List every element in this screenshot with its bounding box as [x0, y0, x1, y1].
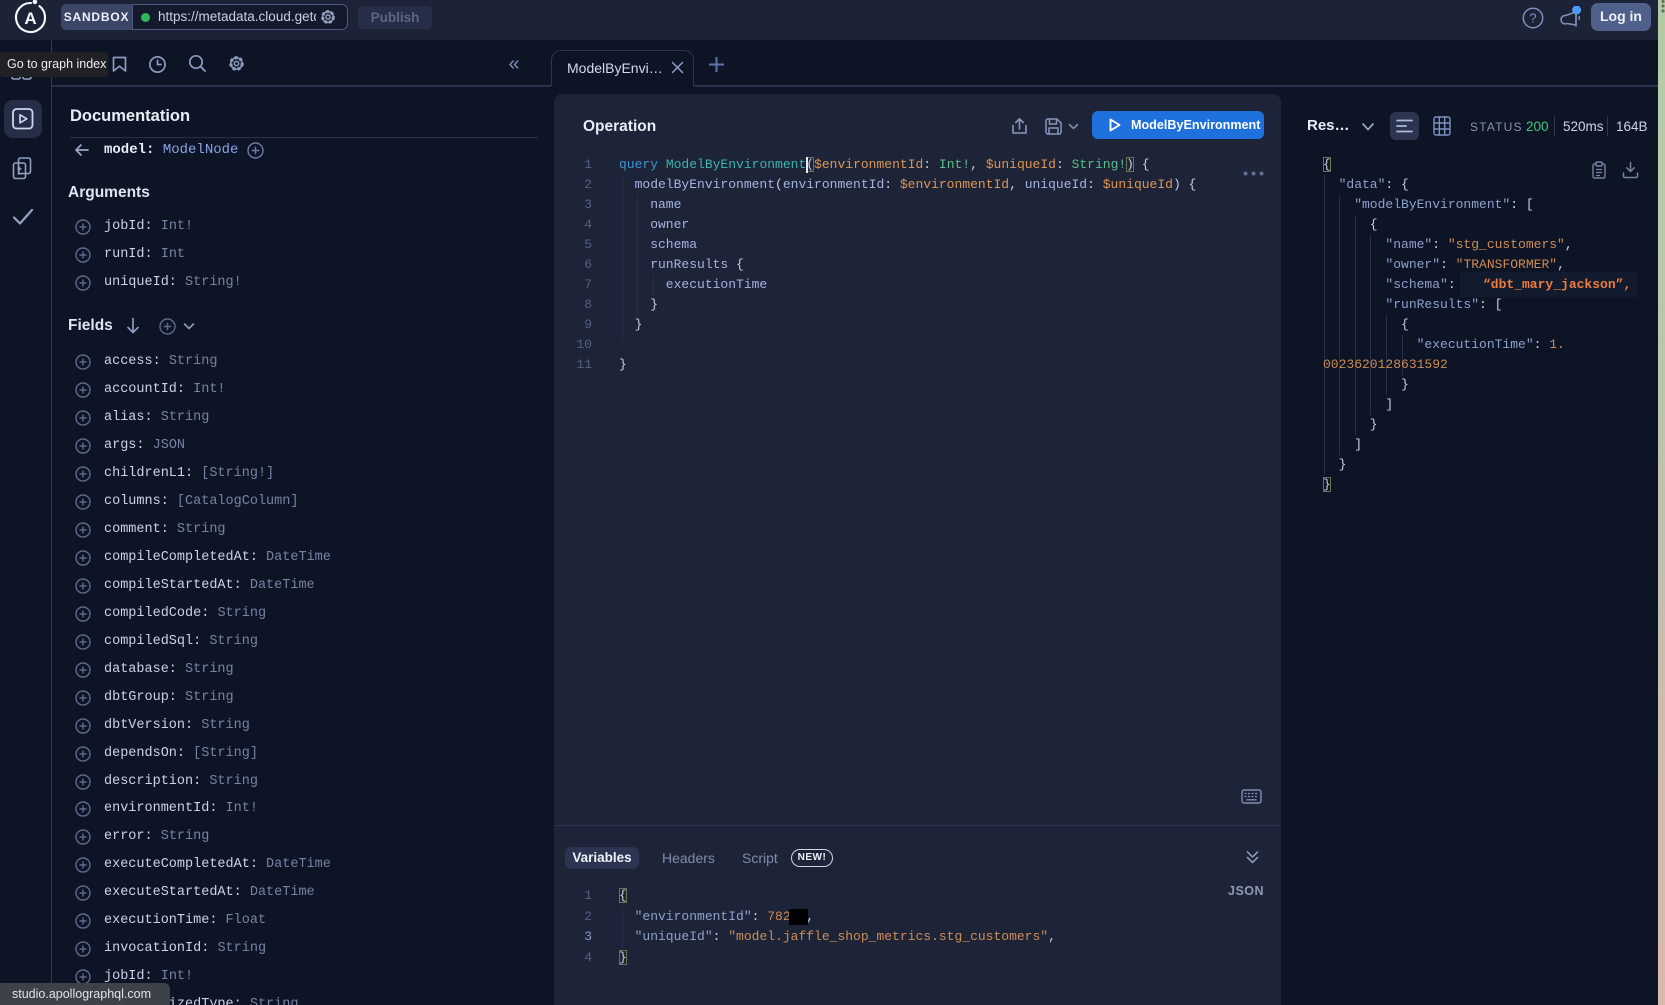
svg-text:A: A	[24, 9, 36, 28]
svg-text:?: ?	[1529, 10, 1536, 25]
